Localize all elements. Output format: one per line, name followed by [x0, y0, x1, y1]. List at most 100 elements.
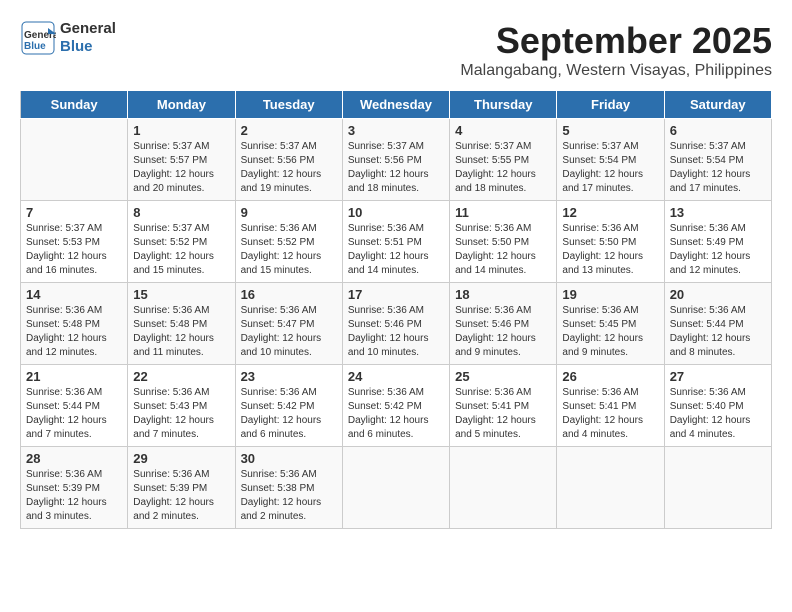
day-number: 22 [133, 369, 229, 384]
calendar-cell: 2 Sunrise: 5:37 AM Sunset: 5:56 PM Daylig… [235, 119, 342, 201]
calendar-body: 1Sunrise: 5:37 AM Sunset: 5:57 PM Daylig… [21, 119, 772, 529]
logo-line1: General [60, 20, 116, 38]
calendar-week: 7 Sunrise: 5:37 AM Sunset: 5:53 PM Daylig… [21, 201, 772, 283]
calendar-cell: 24 Sunrise: 5:36 AM Sunset: 5:42 PM Dayli… [342, 365, 449, 447]
weekday-header: Wednesday [342, 91, 449, 119]
calendar-cell: 16Sunrise: 5:36 AM Sunset: 5:47 PM Dayli… [235, 283, 342, 365]
calendar-cell: 19 Sunrise: 5:36 AM Sunset: 5:45 PM Dayli… [557, 283, 664, 365]
weekday-header: Sunday [21, 91, 128, 119]
title-block: September 2025 Malangabang, Western Visa… [460, 20, 772, 80]
day-content: Sunrise: 5:36 AM Sunset: 5:51 PM Dayligh… [348, 222, 444, 278]
day-content: Sunrise: 5:37 AM Sunset: 5:56 PM Dayligh… [241, 140, 337, 196]
day-content: Sunrise: 5:36 AM Sunset: 5:49 PM Dayligh… [670, 222, 766, 278]
day-number: 10 [348, 205, 444, 220]
calendar-cell [557, 447, 664, 529]
calendar-cell: 12 Sunrise: 5:36 AM Sunset: 5:50 PM Dayli… [557, 201, 664, 283]
day-number: 15 [133, 287, 229, 302]
month-title: September 2025 [460, 20, 772, 62]
calendar-cell: 11 Sunrise: 5:36 AM Sunset: 5:50 PM Dayli… [450, 201, 557, 283]
day-content: Sunrise: 5:36 AM Sunset: 5:39 PM Dayligh… [133, 468, 229, 524]
calendar-cell: 17 Sunrise: 5:36 AM Sunset: 5:46 PM Dayli… [342, 283, 449, 365]
calendar-cell [342, 447, 449, 529]
day-number: 3 [348, 123, 444, 138]
calendar-cell: 1Sunrise: 5:37 AM Sunset: 5:57 PM Daylig… [128, 119, 235, 201]
calendar-cell: 30 Sunrise: 5:36 AM Sunset: 5:38 PM Dayli… [235, 447, 342, 529]
day-content: Sunrise: 5:36 AM Sunset: 5:44 PM Dayligh… [26, 386, 122, 442]
calendar-cell: 4 Sunrise: 5:37 AM Sunset: 5:55 PM Daylig… [450, 119, 557, 201]
calendar-cell: 9Sunrise: 5:36 AM Sunset: 5:52 PM Daylig… [235, 201, 342, 283]
day-number: 19 [562, 287, 658, 302]
day-content: Sunrise: 5:36 AM Sunset: 5:38 PM Dayligh… [241, 468, 337, 524]
calendar-cell: 10 Sunrise: 5:36 AM Sunset: 5:51 PM Dayli… [342, 201, 449, 283]
day-number: 27 [670, 369, 766, 384]
calendar-cell [664, 447, 771, 529]
day-content: Sunrise: 5:36 AM Sunset: 5:50 PM Dayligh… [562, 222, 658, 278]
calendar-table: SundayMondayTuesdayWednesdayThursdayFrid… [20, 90, 772, 529]
calendar-cell: 15 Sunrise: 5:36 AM Sunset: 5:48 PM Dayli… [128, 283, 235, 365]
calendar-cell: 28 Sunrise: 5:36 AM Sunset: 5:39 PM Dayli… [21, 447, 128, 529]
weekday-header: Monday [128, 91, 235, 119]
day-number: 7 [26, 205, 122, 220]
calendar-cell: 5Sunrise: 5:37 AM Sunset: 5:54 PM Daylig… [557, 119, 664, 201]
day-number: 11 [455, 205, 551, 220]
calendar-cell: 22 Sunrise: 5:36 AM Sunset: 5:43 PM Dayli… [128, 365, 235, 447]
calendar-cell: 6 Sunrise: 5:37 AM Sunset: 5:54 PM Daylig… [664, 119, 771, 201]
calendar-cell: 27 Sunrise: 5:36 AM Sunset: 5:40 PM Dayli… [664, 365, 771, 447]
day-content: Sunrise: 5:37 AM Sunset: 5:57 PM Dayligh… [133, 140, 229, 196]
logo-icon: General Blue [20, 20, 56, 56]
day-number: 24 [348, 369, 444, 384]
day-number: 29 [133, 451, 229, 466]
logo: General Blue General Blue [20, 20, 116, 56]
day-number: 17 [348, 287, 444, 302]
day-content: Sunrise: 5:37 AM Sunset: 5:52 PM Dayligh… [133, 222, 229, 278]
calendar-cell: 26Sunrise: 5:36 AM Sunset: 5:41 PM Dayli… [557, 365, 664, 447]
calendar-cell: 25 Sunrise: 5:36 AM Sunset: 5:41 PM Dayli… [450, 365, 557, 447]
day-number: 21 [26, 369, 122, 384]
day-number: 2 [241, 123, 337, 138]
calendar-week: 28 Sunrise: 5:36 AM Sunset: 5:39 PM Dayli… [21, 447, 772, 529]
day-number: 30 [241, 451, 337, 466]
day-content: Sunrise: 5:36 AM Sunset: 5:45 PM Dayligh… [562, 304, 658, 360]
day-content: Sunrise: 5:37 AM Sunset: 5:54 PM Dayligh… [562, 140, 658, 196]
day-content: Sunrise: 5:36 AM Sunset: 5:44 PM Dayligh… [670, 304, 766, 360]
calendar-cell [21, 119, 128, 201]
day-content: Sunrise: 5:36 AM Sunset: 5:43 PM Dayligh… [133, 386, 229, 442]
day-number: 14 [26, 287, 122, 302]
calendar-week: 21 Sunrise: 5:36 AM Sunset: 5:44 PM Dayli… [21, 365, 772, 447]
calendar-week: 1Sunrise: 5:37 AM Sunset: 5:57 PM Daylig… [21, 119, 772, 201]
day-number: 12 [562, 205, 658, 220]
logo-line2: Blue [60, 38, 116, 56]
day-content: Sunrise: 5:36 AM Sunset: 5:48 PM Dayligh… [26, 304, 122, 360]
calendar-header: SundayMondayTuesdayWednesdayThursdayFrid… [21, 91, 772, 119]
day-content: Sunrise: 5:36 AM Sunset: 5:41 PM Dayligh… [455, 386, 551, 442]
day-number: 8 [133, 205, 229, 220]
day-content: Sunrise: 5:37 AM Sunset: 5:54 PM Dayligh… [670, 140, 766, 196]
day-number: 25 [455, 369, 551, 384]
svg-text:Blue: Blue [24, 41, 46, 52]
page-header: General Blue General Blue September 2025… [20, 20, 772, 80]
calendar-cell: 13Sunrise: 5:36 AM Sunset: 5:49 PM Dayli… [664, 201, 771, 283]
day-content: Sunrise: 5:36 AM Sunset: 5:42 PM Dayligh… [348, 386, 444, 442]
day-number: 28 [26, 451, 122, 466]
day-content: Sunrise: 5:36 AM Sunset: 5:52 PM Dayligh… [241, 222, 337, 278]
calendar-cell: 7 Sunrise: 5:37 AM Sunset: 5:53 PM Daylig… [21, 201, 128, 283]
weekday-header: Friday [557, 91, 664, 119]
location: Malangabang, Western Visayas, Philippine… [460, 62, 772, 80]
day-content: Sunrise: 5:36 AM Sunset: 5:40 PM Dayligh… [670, 386, 766, 442]
day-number: 4 [455, 123, 551, 138]
calendar-cell: 3 Sunrise: 5:37 AM Sunset: 5:56 PM Daylig… [342, 119, 449, 201]
calendar-cell: 14 Sunrise: 5:36 AM Sunset: 5:48 PM Dayli… [21, 283, 128, 365]
day-content: Sunrise: 5:37 AM Sunset: 5:55 PM Dayligh… [455, 140, 551, 196]
calendar-cell: 23Sunrise: 5:36 AM Sunset: 5:42 PM Dayli… [235, 365, 342, 447]
weekday-header: Tuesday [235, 91, 342, 119]
day-content: Sunrise: 5:36 AM Sunset: 5:46 PM Dayligh… [348, 304, 444, 360]
day-content: Sunrise: 5:36 AM Sunset: 5:47 PM Dayligh… [241, 304, 337, 360]
weekday-header: Thursday [450, 91, 557, 119]
day-content: Sunrise: 5:37 AM Sunset: 5:53 PM Dayligh… [26, 222, 122, 278]
day-content: Sunrise: 5:36 AM Sunset: 5:42 PM Dayligh… [241, 386, 337, 442]
day-content: Sunrise: 5:36 AM Sunset: 5:50 PM Dayligh… [455, 222, 551, 278]
day-content: Sunrise: 5:36 AM Sunset: 5:39 PM Dayligh… [26, 468, 122, 524]
day-content: Sunrise: 5:36 AM Sunset: 5:48 PM Dayligh… [133, 304, 229, 360]
day-number: 6 [670, 123, 766, 138]
day-content: Sunrise: 5:37 AM Sunset: 5:56 PM Dayligh… [348, 140, 444, 196]
